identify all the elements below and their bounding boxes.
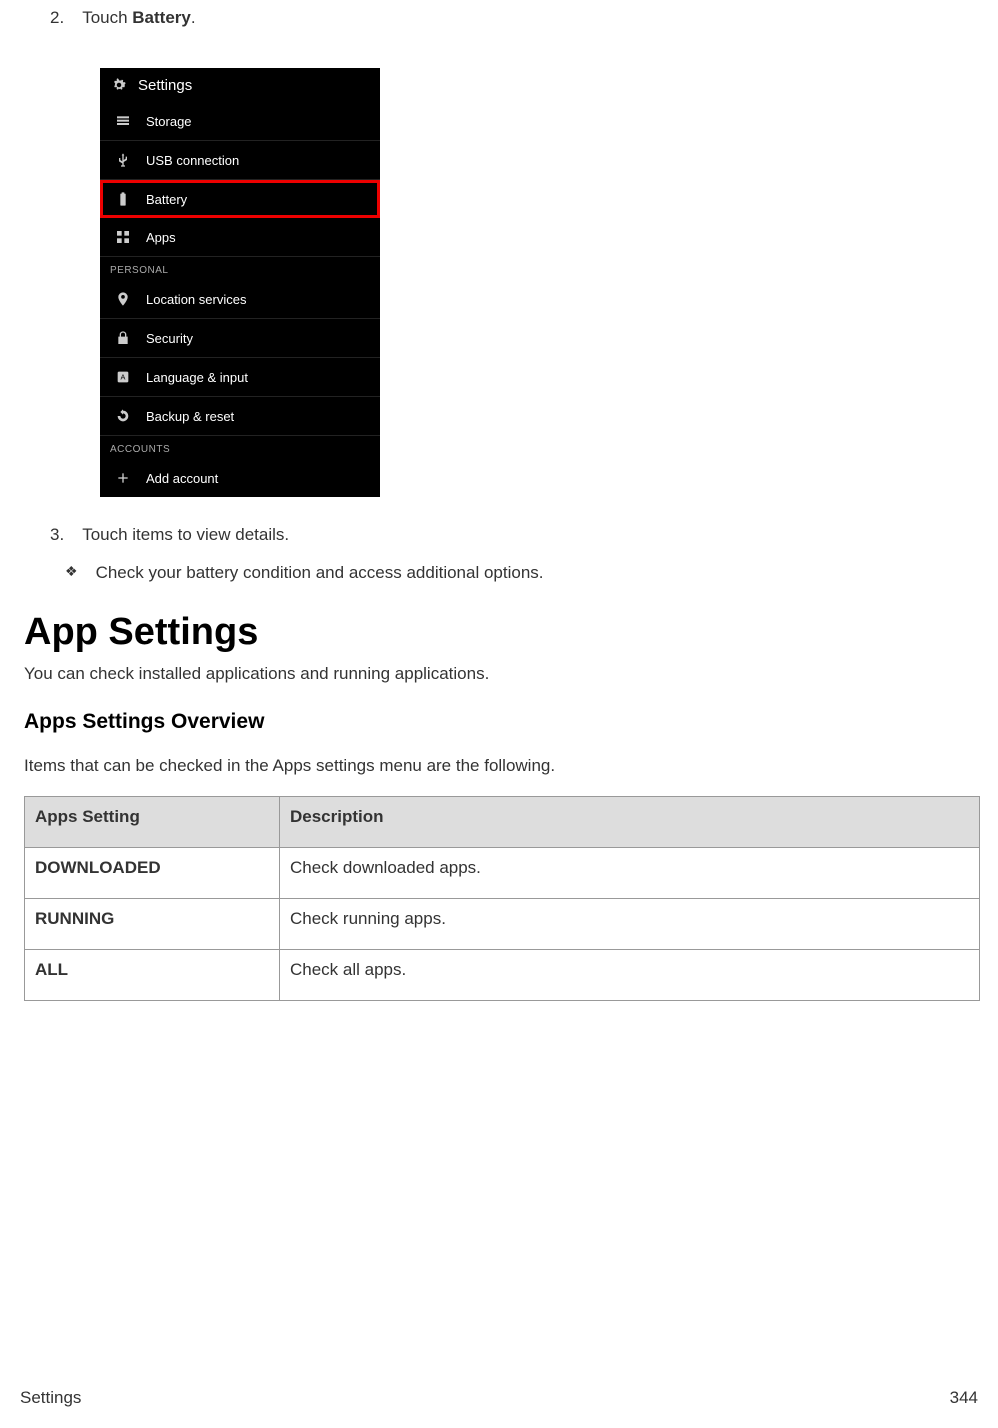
settings-screenshot: Settings Storage USB connection Battery … [100,68,380,497]
row-label: USB connection [146,153,239,168]
step-2: 2. Touch Battery. [50,8,978,28]
step-number: 2. [50,8,64,28]
footer-page-number: 344 [950,1388,978,1408]
section-personal: PERSONAL [100,257,380,280]
cell-desc: Check running apps. [280,899,980,950]
settings-row-add-account[interactable]: Add account [100,459,380,497]
row-label: Apps [146,230,176,245]
cell-label: ALL [25,950,280,1001]
settings-row-backup[interactable]: Backup & reset [100,397,380,436]
storage-icon [114,112,132,130]
footer-left: Settings [20,1388,81,1408]
settings-row-apps[interactable]: Apps [100,218,380,257]
settings-title: Settings [138,77,192,94]
step-text: Touch items to view details. [82,525,289,545]
battery-icon [114,190,132,208]
subtext: You can check installed applications and… [24,664,978,684]
heading-overview: Apps Settings Overview [24,710,978,734]
table-row: DOWNLOADED Check downloaded apps. [25,848,980,899]
settings-row-security[interactable]: Security [100,319,380,358]
row-label: Battery [146,192,187,207]
usb-icon [114,151,132,169]
row-label: Security [146,331,193,346]
apps-settings-table: Apps Setting Description DOWNLOADED Chec… [24,796,980,1001]
cell-desc: Check all apps. [280,950,980,1001]
svg-text:A: A [121,373,126,382]
th-setting: Apps Setting [25,797,280,848]
bullet-note: ❖ Check your battery condition and acces… [65,563,978,583]
gear-icon [110,76,128,94]
section-accounts: ACCOUNTS [100,436,380,459]
table-row: RUNNING Check running apps. [25,899,980,950]
page-footer: Settings 344 [20,1388,978,1408]
cell-label: DOWNLOADED [25,848,280,899]
settings-row-storage[interactable]: Storage [100,102,380,141]
step-3: 3. Touch items to view details. [50,525,978,545]
apps-icon [114,228,132,246]
step-text: Touch Battery. [82,8,195,28]
row-label: Add account [146,471,218,486]
plus-icon [114,469,132,487]
cell-label: RUNNING [25,899,280,950]
row-label: Language & input [146,370,248,385]
lock-icon [114,329,132,347]
settings-header: Settings [100,68,380,102]
step-number: 3. [50,525,64,545]
settings-row-language[interactable]: A Language & input [100,358,380,397]
cell-desc: Check downloaded apps. [280,848,980,899]
settings-row-battery[interactable]: Battery [100,180,380,218]
bullet-text: Check your battery condition and access … [96,563,544,583]
row-label: Storage [146,114,192,129]
table-row: ALL Check all apps. [25,950,980,1001]
row-label: Backup & reset [146,409,234,424]
settings-row-location[interactable]: Location services [100,280,380,319]
settings-row-usb[interactable]: USB connection [100,141,380,180]
overview-desc: Items that can be checked in the Apps se… [24,756,978,776]
location-icon [114,290,132,308]
diamond-bullet-icon: ❖ [65,563,78,583]
language-icon: A [114,368,132,386]
th-description: Description [280,797,980,848]
heading-app-settings: App Settings [24,611,978,654]
row-label: Location services [146,292,246,307]
backup-icon [114,407,132,425]
